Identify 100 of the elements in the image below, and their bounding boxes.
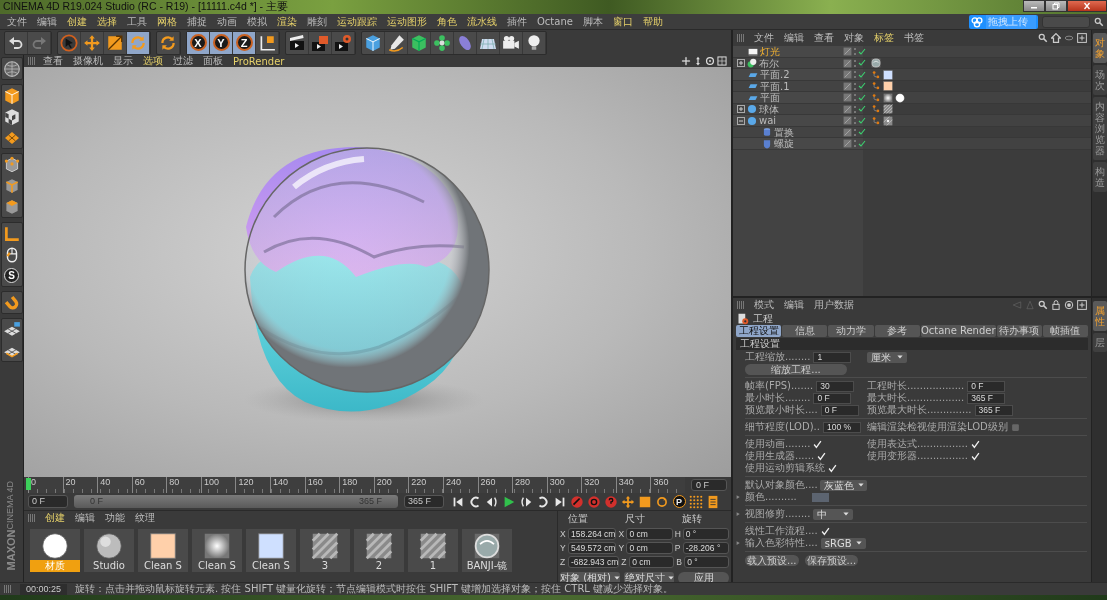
grip-handle[interactable] <box>28 57 36 65</box>
size-field[interactable]: 0 cm <box>626 542 673 554</box>
expand-toggle[interactable] <box>737 105 745 113</box>
frame-field[interactable]: 0 F <box>28 495 68 508</box>
object-name[interactable]: 球体 <box>759 103 779 115</box>
attribute-tab[interactable]: 帧插值 <box>1042 325 1088 337</box>
side-tab[interactable]: 内容浏览器 <box>1093 97 1107 160</box>
side-tab[interactable]: 属性 <box>1093 301 1107 331</box>
number-field[interactable]: 30 <box>816 380 855 392</box>
viewport-menu-item[interactable]: 查看 <box>42 55 64 68</box>
rotation-field[interactable]: -28.206 ° <box>682 542 729 554</box>
render-settings-tool-button[interactable] <box>332 31 355 54</box>
object-name[interactable]: 置换 <box>774 126 794 138</box>
menu-item[interactable]: 窗口 <box>611 14 634 29</box>
enable-toggle[interactable] <box>858 93 866 102</box>
cloner-tool-button[interactable] <box>431 31 454 54</box>
position-field[interactable]: 549.572 cm <box>568 542 617 554</box>
material-tile[interactable]: BANJI-镜 <box>462 529 512 572</box>
menu-item[interactable]: Octane <box>536 16 574 27</box>
object-name[interactable]: 布尔 <box>759 57 779 69</box>
enable-toggle[interactable] <box>858 116 866 125</box>
object-menu-item[interactable]: 对象 <box>843 31 865 45</box>
attribute-tab[interactable]: 工程设置 <box>736 325 782 337</box>
side-tab[interactable]: 构造 <box>1093 162 1107 192</box>
rotation-field[interactable]: 0 ° <box>684 556 729 568</box>
material-tile[interactable]: 1 <box>408 529 458 572</box>
side-tab[interactable]: 层 <box>1093 333 1107 352</box>
expand-arrow[interactable] <box>736 540 741 546</box>
object-menu-item[interactable]: 查看 <box>813 31 835 45</box>
checkbox[interactable] <box>820 526 830 536</box>
expand-toggle[interactable] <box>737 116 745 125</box>
material-menu-item[interactable]: 纹理 <box>134 511 156 525</box>
dropdown[interactable]: 厘米 <box>867 351 907 363</box>
menu-item[interactable]: 帮助 <box>641 14 664 29</box>
menu-item[interactable]: 角色 <box>436 14 458 29</box>
position-field[interactable]: -682.943 cm <box>568 556 620 568</box>
object-name[interactable]: wai <box>759 115 777 126</box>
camera-tool-button[interactable] <box>500 31 523 54</box>
material-tile[interactable]: Clean S <box>138 529 188 572</box>
object-menu-item[interactable]: 标签 <box>873 31 895 45</box>
checkbox[interactable] <box>828 463 837 473</box>
menu-item[interactable]: 捕捉 <box>186 14 208 29</box>
material-tile[interactable]: Studio <box>84 529 134 572</box>
axis-lock-button[interactable]: Y <box>210 31 233 54</box>
menu-item[interactable]: 动画 <box>216 14 238 29</box>
checkbox[interactable] <box>970 451 980 461</box>
current-frame-field[interactable]: 0 F <box>691 479 727 491</box>
menu-item[interactable]: 网格 <box>156 14 178 29</box>
number-field[interactable]: 365 F <box>967 392 1006 404</box>
object-name[interactable]: 平面.2 <box>760 69 790 80</box>
menu-item[interactable]: 工具 <box>126 14 148 29</box>
menu-item[interactable]: 文件 <box>6 14 28 29</box>
rotation-field[interactable]: 0 ° <box>682 528 729 540</box>
enable-toggle[interactable] <box>858 82 866 90</box>
grip-handle[interactable] <box>4 585 12 593</box>
axis-lock-button[interactable]: X <box>187 31 210 54</box>
enable-toggle[interactable] <box>858 139 866 148</box>
side-tab[interactable]: 场次 <box>1093 65 1107 95</box>
viewport-menu-item[interactable]: 选项 <box>142 55 164 68</box>
key-scale-button[interactable] <box>637 494 653 509</box>
grip-handle[interactable] <box>737 301 745 309</box>
object-menu-item[interactable]: 编辑 <box>783 31 805 45</box>
color-swatch[interactable] <box>812 492 829 502</box>
record-button[interactable] <box>569 494 585 509</box>
number-field[interactable]: 100 % <box>822 421 861 433</box>
object-name[interactable]: 平面 <box>760 92 780 103</box>
menu-item[interactable]: 渲染 <box>276 14 298 29</box>
object-menu-item[interactable]: 文件 <box>753 31 775 45</box>
minimize-button[interactable] <box>1023 0 1045 12</box>
checkbox[interactable] <box>970 439 980 449</box>
viewport-menu-item[interactable]: 显示 <box>112 55 134 68</box>
material-menu-item[interactable]: 编辑 <box>74 511 96 525</box>
material-tile[interactable]: Clean S <box>246 529 296 572</box>
material-tile[interactable]: 3 <box>300 529 350 572</box>
position-field[interactable]: 158.264 cm <box>568 528 617 540</box>
attribute-menu-item[interactable]: 用户数据 <box>813 298 855 312</box>
dropdown[interactable]: sRGB <box>820 537 866 549</box>
attribute-menu-item[interactable]: 编辑 <box>783 298 805 312</box>
side-tab[interactable]: 对象 <box>1093 33 1107 63</box>
enable-toggle[interactable] <box>858 128 866 136</box>
expand-toggle[interactable] <box>737 59 745 67</box>
object-name[interactable]: 灯光 <box>760 46 780 57</box>
number-field[interactable]: 1 <box>813 351 852 363</box>
checkbox[interactable] <box>817 451 827 461</box>
attribute-tab[interactable]: 信息 <box>782 325 828 337</box>
parameter-key-button[interactable]: P <box>671 494 687 509</box>
material-menu-item[interactable]: 创建 <box>44 511 66 525</box>
enable-toggle[interactable] <box>858 59 866 67</box>
checkbox[interactable] <box>1010 422 1020 432</box>
size-field[interactable]: 0 cm <box>626 528 673 540</box>
object-name[interactable]: 平面.1 <box>760 80 790 92</box>
viewport-menu-item[interactable]: 过滤 <box>172 55 194 68</box>
menu-item[interactable]: 流水线 <box>466 14 498 29</box>
keyset-button[interactable] <box>603 494 619 509</box>
number-field[interactable]: 0 F <box>813 392 852 404</box>
object-menu-item[interactable]: 书签 <box>903 31 925 45</box>
autokey-button[interactable] <box>586 494 602 509</box>
number-field[interactable]: 365 F <box>974 404 1013 416</box>
attribute-menu-item[interactable]: 模式 <box>753 298 775 312</box>
attribute-tab[interactable]: Octane Render <box>920 325 996 337</box>
